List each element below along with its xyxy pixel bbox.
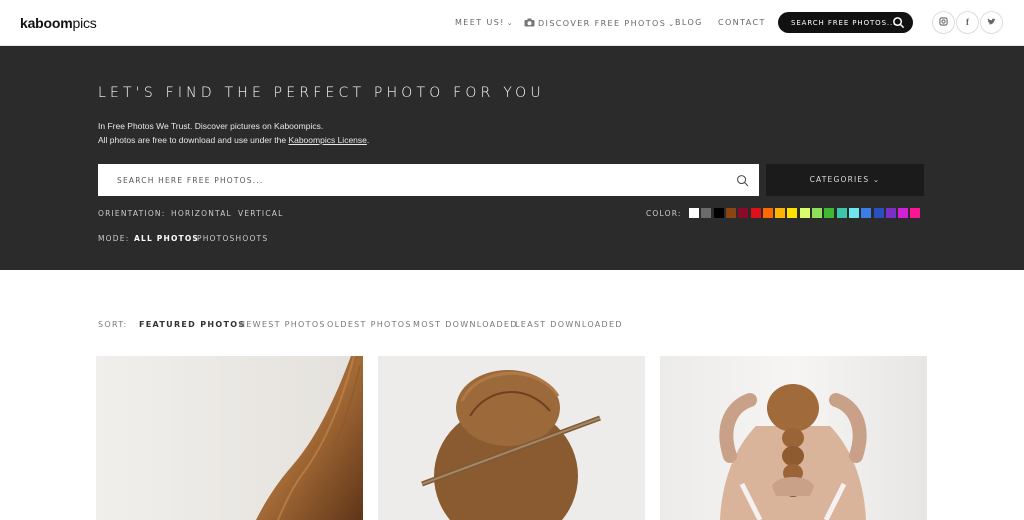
mode-all-photos[interactable]: ALL PHOTOS [134, 234, 199, 243]
sort-label: SORT: [98, 320, 128, 329]
color-swatch[interactable] [898, 208, 909, 218]
search-icon [893, 17, 905, 29]
color-swatch[interactable] [824, 208, 835, 218]
search-icon[interactable] [736, 174, 749, 187]
sort-oldest[interactable]: OLDEST PHOTOS [327, 320, 412, 329]
color-swatch[interactable] [775, 208, 786, 218]
color-swatch[interactable] [861, 208, 872, 218]
sort-featured[interactable]: FEATURED PHOTOS [139, 320, 245, 329]
color-label: COLOR: [646, 209, 682, 218]
sort-newest[interactable]: NEWEST PHOTOS [239, 320, 326, 329]
camera-icon [524, 18, 535, 27]
color-swatch[interactable] [799, 208, 810, 218]
color-swatch[interactable] [750, 208, 761, 218]
facebook-icon[interactable]: f [956, 11, 979, 34]
mode-photoshoots[interactable]: PHOTOSHOOTS [197, 234, 268, 243]
color-swatch[interactable] [910, 208, 921, 218]
hero-search-panel: LET'S FIND THE PERFECT PHOTO FOR YOU In … [0, 46, 1024, 270]
color-swatch[interactable] [812, 208, 822, 218]
instagram-icon[interactable] [932, 11, 955, 34]
orientation-label: ORIENTATION: [98, 209, 166, 218]
nav-discover-free-photos[interactable]: DISCOVER FREE PHOTOS ⌄ [524, 18, 675, 28]
mode-label: MODE: [98, 234, 130, 243]
color-swatch[interactable] [885, 208, 896, 218]
top-navbar: kaboompics MEET US! ⌄ DISCOVER FREE PHOTO… [0, 0, 1024, 46]
nav-meet-us[interactable]: MEET US! ⌄ [455, 18, 514, 27]
photo-hair-bun-stick[interactable] [378, 356, 645, 520]
color-swatch[interactable] [873, 208, 884, 218]
nav-contact[interactable]: CONTACT [718, 18, 766, 27]
categories-dropdown[interactable]: CATEGORIES ⌄ [766, 164, 924, 196]
sort-least-downloaded[interactable]: LEAST DOWNLOADED [515, 320, 623, 329]
license-link[interactable]: Kaboompics License [288, 135, 366, 145]
sort-most-downloaded[interactable]: MOST DOWNLOADED [413, 320, 518, 329]
kaboompics-logo[interactable]: kaboompics [20, 15, 97, 31]
color-swatch[interactable] [738, 208, 749, 218]
color-swatch[interactable] [848, 208, 859, 218]
color-swatch[interactable] [725, 208, 736, 218]
twitter-icon[interactable] [980, 11, 1003, 34]
color-swatch[interactable] [713, 208, 724, 218]
orientation-horizontal[interactable]: HORIZONTAL [171, 209, 232, 218]
photo-braid-back[interactable] [660, 356, 927, 520]
color-swatch[interactable] [701, 208, 712, 218]
main-search-input[interactable]: SEARCH HERE FREE PHOTOS... [98, 164, 759, 196]
photo-long-hair[interactable] [96, 356, 363, 520]
nav-blog[interactable]: BLOG [675, 18, 703, 27]
orientation-vertical[interactable]: VERTICAL [238, 209, 283, 218]
hero-title: LET'S FIND THE PERFECT PHOTO FOR YOU [98, 85, 545, 101]
color-swatch[interactable] [762, 208, 773, 218]
color-swatch[interactable] [787, 208, 798, 218]
hero-description: In Free Photos We Trust. Discover pictur… [98, 121, 370, 145]
color-swatch[interactable] [689, 208, 699, 218]
header-search-button[interactable]: SEARCH FREE PHOTOS... [778, 12, 913, 33]
color-swatch[interactable] [836, 208, 847, 218]
